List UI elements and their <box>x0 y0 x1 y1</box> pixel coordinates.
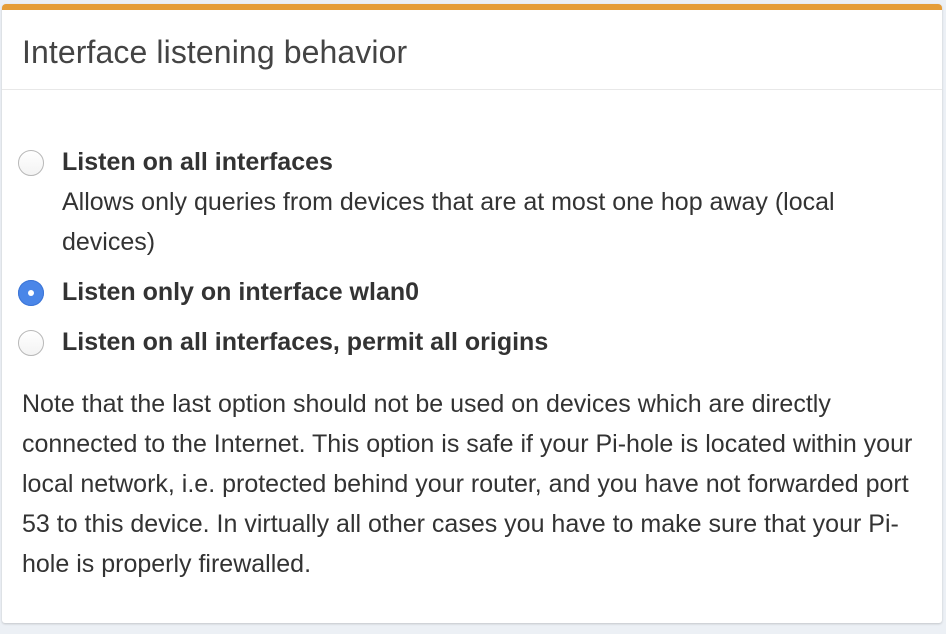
panel-header: Interface listening behavior <box>2 10 942 90</box>
radio-listen-all-permit[interactable] <box>18 330 44 356</box>
radio-listen-all[interactable] <box>18 150 44 176</box>
warning-note: Note that the last option should not be … <box>22 390 913 578</box>
panel-title: Interface listening behavior <box>22 34 408 70</box>
option-label[interactable]: Listen on all interfaces <box>62 147 333 177</box>
radio-selected-dot <box>28 290 34 296</box>
option-label[interactable]: Listen only on interface wlan0 <box>62 277 419 307</box>
radio-listen-wlan0[interactable] <box>18 280 44 306</box>
option-label[interactable]: Listen on all interfaces, permit all ori… <box>62 327 548 357</box>
interface-listening-panel: Interface listening behavior Listen on a… <box>2 4 942 623</box>
option-description: Allows only queries from devices that ar… <box>62 188 835 256</box>
